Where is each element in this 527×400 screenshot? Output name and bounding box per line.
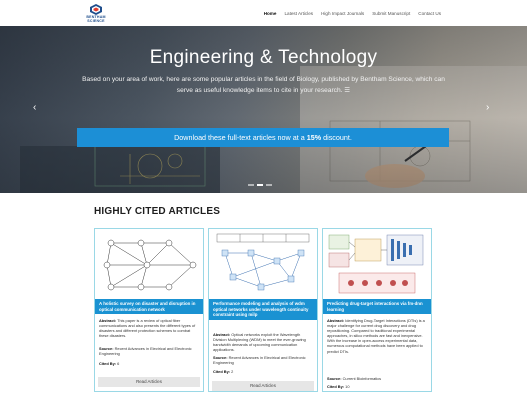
source-text: Current Bioinformatics [342,376,382,381]
article-abstract: Abstract: Optical networks exploit the W… [213,332,313,352]
article-source: Source: Recent Advances in Electrical an… [99,346,199,356]
article-card[interactable]: A holistic survey on disaster and disrup… [94,228,204,392]
carousel-dot[interactable] [257,184,263,186]
nav-item-submit-manuscript[interactable]: Submit Manuscript [372,11,410,16]
cited-value: 2 [231,369,234,374]
article-cited: Cited By: 6 [99,361,199,366]
wdm-network-diagram [211,231,315,297]
read-articles-button[interactable]: Read Articles [212,381,314,391]
cited-label: Cited By: [99,361,117,366]
hero-banner: Engineering & Technology Based on your a… [0,26,527,193]
logo-text: BENTHAM SCIENCE [86,15,106,23]
carousel-prev-icon[interactable]: ‹ [33,102,36,113]
nav-item-high-impact-journals[interactable]: High Impact Journals [321,11,364,16]
carousel-dot[interactable] [266,184,272,186]
carousel-indicators [248,184,272,186]
article-source: Source: Current Bioinformatics [327,376,427,381]
fm-dnn-pipeline-diagram [325,231,429,297]
article-source: Source: Recent Advances in Electrical an… [213,355,313,365]
cta-prefix: Download these full-text articles now at… [174,133,307,142]
article-title[interactable]: A holistic survey on disaster and disrup… [95,299,203,315]
article-card[interactable]: Predicting drug-target interactions via … [322,228,432,392]
cta-discount: 15% [306,133,322,142]
cited-label: Cited By: [213,369,231,374]
article-abstract: Abstract: This paper is a review of opti… [99,318,199,338]
cited-label: Cited By: [327,384,345,389]
read-articles-button[interactable]: Read Articles [98,377,200,387]
article-cited: Cited By: 2 [213,369,313,374]
source-label: Source: [327,376,342,381]
top-navigation-bar: BENTHAM SCIENCE Home Latest Articles High … [0,0,527,26]
cta-suffix: discount. [321,133,352,142]
abstract-text: Identifying Drug-Target Interactions (DT… [327,318,425,354]
nav-item-latest-articles[interactable]: Latest Articles [284,11,313,16]
article-title[interactable]: Predicting drug-target interactions via … [323,299,431,315]
cited-value: 6 [117,361,120,366]
carousel-dot[interactable] [248,184,254,186]
logo-mark-icon [90,4,102,15]
cited-value: 10 [345,384,350,389]
hero-title: Engineering & Technology [149,47,378,68]
article-title[interactable]: Performance modeling and analysis of wdm… [209,299,317,320]
nav-item-contact-us[interactable]: Contact Us [418,11,441,16]
article-cited: Cited By: 10 [327,384,427,389]
hero-subtitle: Based on your area of work, here are som… [82,76,445,94]
section-title: HIGHLY CITED ARTICLES [94,206,221,217]
network-graph-diagram [97,231,201,297]
article-abstract: Abstract: Identifying Drug-Target Intera… [327,318,427,354]
discount-download-button[interactable]: Download these full-text articles now at… [77,128,449,147]
carousel-next-icon[interactable]: › [486,102,489,113]
nav-item-home[interactable]: Home [264,11,277,16]
bentham-science-logo[interactable]: BENTHAM SCIENCE [83,4,109,24]
article-card[interactable]: Performance modeling and analysis of wdm… [208,228,318,392]
main-nav: Home Latest Articles High Impact Journals S… [264,11,441,16]
